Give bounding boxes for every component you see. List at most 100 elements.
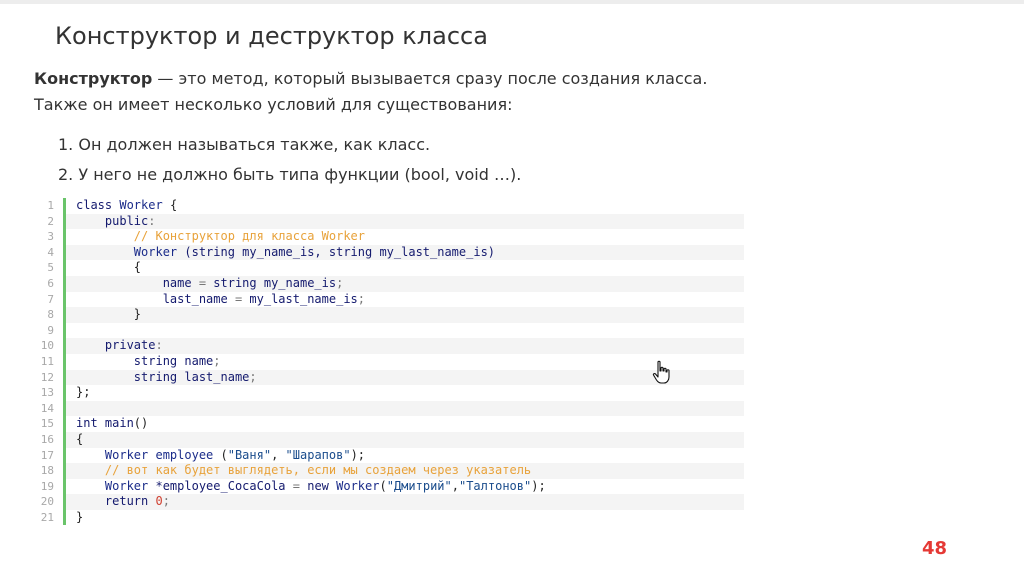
hand-pointer-cursor-icon [652,360,670,384]
code-token: Worker [76,244,185,259]
list-item: 2. У него не должно быть типа функции (b… [58,165,522,184]
code-block: 1 class Worker {2 public: 3 // Конструктор… [30,198,744,526]
code-token: = [292,478,308,493]
code-line: 12 string last_name; [30,369,744,386]
code-token: string last_name [76,369,250,384]
code-line: 8 } [30,307,744,323]
line-number: 14 [40,401,54,415]
line-number: 8 [47,308,54,322]
intro-paragraph: Конструктор — это метод, который вызывае… [34,66,754,118]
code-line: 15 int main() [30,416,744,432]
code-token: { [162,198,178,212]
code-token: private [76,338,156,353]
code-line: 9 [30,322,744,339]
code-token: // Конструктор для класса [76,229,322,244]
line-number: 4 [47,245,54,259]
line-number: 11 [40,354,54,368]
code-token: { [76,260,142,275]
code-text: name = string my_name_is; [66,275,744,292]
line-number: 3 [47,230,54,244]
code-text: { [66,260,744,276]
line-number: 20 [40,495,54,509]
code-token: : [148,213,156,228]
code-token: ; [162,494,170,509]
code-token: : [155,338,163,353]
code-text: string last_name; [66,369,744,386]
code-token: } [76,307,142,322]
code-line: 7 last_name = my_last_name_is; [30,291,744,308]
code-line: 16 { [30,431,744,448]
code-token: "Талтонов" [458,478,532,493]
code-line: 18 // вот как будет выглядеть, если мы с… [30,463,744,479]
line-number: 7 [47,292,54,306]
line-number: 13 [40,386,54,400]
line-number: 21 [40,510,54,524]
code-line: 17 Worker employee ("Ваня", "Шарапов"); [30,447,744,464]
code-text: int main() [66,416,744,432]
code-token: }; [76,385,91,400]
intro-bold-term: Конструктор [34,69,153,88]
line-number: 2 [47,214,54,228]
code-text: string name; [66,354,744,370]
code-text: Worker employee ("Ваня", "Шарапов"); [66,448,744,464]
code-token: "Шарапов" [285,447,351,462]
line-number: 12 [40,370,54,384]
list-item: 1. Он должен называться также, как класс… [58,135,431,154]
code-text [66,400,744,417]
page-number: 48 [922,538,948,559]
slide-title: Конструктор и деструктор класса [55,22,488,50]
code-line: 4 Worker (string my_name_is, string my_l… [30,244,744,261]
code-line: 14 [30,400,744,417]
code-token: ); [531,478,546,493]
code-token: Worker [76,478,156,493]
code-token: , [271,447,286,462]
code-line: 3 // Конструктор для класса Worker [30,229,744,245]
conditions-list: 1. Он должен называться также, как класс… [58,131,521,191]
code-token: *employee_CocaCola [155,478,293,493]
line-number: 19 [40,479,54,493]
code-text: }; [66,385,744,401]
code-text: Worker (string my_name_is, string my_las… [66,244,744,261]
code-text: // Конструктор для класса Worker [66,229,744,245]
line-number: 9 [47,323,54,337]
code-token: ; [249,369,257,384]
code-token: Worker [119,198,163,212]
code-token: ( [220,447,228,462]
code-line: 11 string name; [30,353,744,370]
code-token: name [76,275,199,290]
line-number: 6 [47,276,54,290]
code-token: 0 [155,494,163,509]
code-text: public: [66,213,744,230]
code-line: 1 class Worker { [30,198,744,214]
code-token: "Дмитрий" [386,478,452,493]
code-token: "Ваня" [227,447,272,462]
code-line: 21} [30,509,744,526]
code-token: my_last_name_is [249,291,358,306]
slide-top-border [0,0,1024,4]
line-number: 17 [40,448,54,462]
code-text: class Worker { [66,198,744,214]
code-token: , [451,478,459,493]
code-line: 20 return 0; [30,494,744,510]
code-token: = [198,275,214,290]
code-token: Worker [321,229,365,244]
code-token: last_name [76,291,235,306]
code-line: 19 Worker *employee_CocaCola = new Worke… [30,478,744,495]
code-token: () [133,416,149,431]
code-token: int main [76,416,134,431]
code-token: ( [379,478,387,493]
code-token: ; [336,275,344,290]
code-token: Worker employee [76,447,221,462]
code-line: 5 { [30,260,744,276]
code-line: 13}; [30,385,744,401]
code-line: 6 name = string my_name_is; [30,275,744,292]
code-line: 10 private: [30,338,744,354]
line-number: 1 [47,199,54,212]
code-token: return [76,494,156,509]
code-token: ; [357,291,366,306]
code-text: { [66,431,744,448]
code-token: (string my_name_is, string my_last_name_… [184,244,496,259]
code-token: { [76,431,84,446]
code-token: public [76,213,149,228]
